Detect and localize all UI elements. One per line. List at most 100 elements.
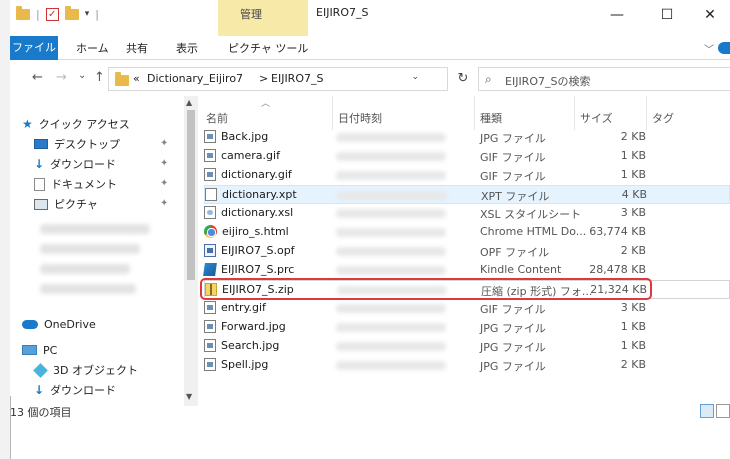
file-row[interactable]: camera.gif GIF ファイル 1 KB xyxy=(204,147,730,166)
ribbon-collapse-icon[interactable]: ﹀ xyxy=(704,41,714,56)
tab-share[interactable]: 共有 xyxy=(126,40,148,56)
nav-item-downloads[interactable]: ↓ ダウンロード xyxy=(34,154,116,174)
close-button[interactable]: ✕ xyxy=(690,2,730,28)
file-row[interactable]: Spell.jpg JPG ファイル 2 KB xyxy=(204,356,730,375)
file-size: 3 KB xyxy=(620,301,646,314)
nav-quick-access[interactable]: ★ クイック アクセス xyxy=(22,114,130,134)
file-date-blurred xyxy=(336,266,446,275)
manage-tab-label[interactable]: 管理 xyxy=(240,6,262,22)
qat-separator: | xyxy=(36,7,40,21)
file-date-blurred xyxy=(336,152,446,161)
nav-item-documents[interactable]: ドキュメント xyxy=(34,174,117,194)
large-icons-view-icon[interactable] xyxy=(716,404,730,418)
column-divider[interactable] xyxy=(332,96,333,130)
minimize-button[interactable]: — xyxy=(594,2,640,28)
crumb-dictionary-eijiro7[interactable]: Dictionary_Eijiro7 xyxy=(147,72,243,85)
nav-item-pictures[interactable]: ピクチャ xyxy=(34,194,98,214)
file-date-blurred xyxy=(336,323,446,332)
column-divider[interactable] xyxy=(474,96,475,130)
properties-icon[interactable]: ✓ xyxy=(45,7,59,21)
details-view-icon[interactable] xyxy=(700,404,714,418)
quick-access-toolbar: | ✓ ▾ | xyxy=(16,4,99,24)
address-bar[interactable]: « Dictionary_Eijiro7 > EIJIRO7_S ⌄ xyxy=(108,67,448,91)
column-header-date[interactable]: 日付時刻 xyxy=(338,110,382,126)
image-file-icon xyxy=(204,149,216,162)
crumb-eijiro7-s[interactable]: EIJIRO7_S xyxy=(271,72,323,85)
file-size: 2 KB xyxy=(620,130,646,143)
image-file-icon xyxy=(204,339,216,352)
column-divider[interactable] xyxy=(646,96,647,130)
nav-pc[interactable]: PC xyxy=(22,340,57,360)
nav-item-pc-downloads[interactable]: ↓ ダウンロード xyxy=(34,380,116,400)
file-type: XPT ファイル xyxy=(481,190,550,203)
tab-file[interactable]: ファイル xyxy=(10,36,58,60)
file-size: 4 KB xyxy=(621,188,647,201)
scroll-up-icon[interactable]: ▲ xyxy=(186,98,192,107)
up-button[interactable]: ↑ xyxy=(94,70,105,85)
tab-view[interactable]: 表示 xyxy=(176,40,198,56)
view-toggle xyxy=(700,404,730,418)
chrome-html-icon xyxy=(204,225,217,238)
file-name: eijiro_s.html xyxy=(222,225,289,238)
ribbon-tabs: ファイル ホーム 共有 表示 ピクチャ ツール ﹀ xyxy=(10,36,730,60)
opf-file-icon xyxy=(204,244,216,257)
file-list: ︿ 名前 日付時刻 種類 サイズ タグ Back.jpg JPG ファイル 2 … xyxy=(198,96,730,396)
file-row[interactable]: dictionary.gif GIF ファイル 1 KB xyxy=(204,166,730,185)
scroll-down-icon[interactable]: ▼ xyxy=(186,392,192,401)
download-icon: ↓ xyxy=(34,383,45,397)
title-bar: | ✓ ▾ | 管理 EIJIRO7_S — ☐ ✕ xyxy=(10,0,730,40)
blurred-nav-item xyxy=(40,264,130,274)
file-row[interactable]: dictionary.xsl XSL スタイルシート 3 KB xyxy=(204,204,730,223)
nav-pc-label: PC xyxy=(43,343,58,357)
navigation-pane: ★ クイック アクセス デスクトップ ✦ ↓ ダウンロード ✦ ドキュメント ✦… xyxy=(10,96,198,406)
file-type: JPG ファイル xyxy=(480,360,546,373)
forward-button[interactable]: → xyxy=(56,70,67,85)
file-name: dictionary.xsl xyxy=(221,206,294,219)
column-header-name[interactable]: 名前 xyxy=(206,110,228,126)
kindle-file-icon xyxy=(203,263,217,276)
image-file-icon xyxy=(204,130,216,143)
file-row[interactable]: EIJIRO7_S.opf OPF ファイル 2 KB xyxy=(204,242,730,261)
recent-locations-button[interactable]: ⌄ xyxy=(78,70,86,81)
sort-ascending-icon: ︿ xyxy=(261,99,271,109)
file-name: Search.jpg xyxy=(221,339,280,352)
crumb-overflow[interactable]: « xyxy=(133,72,140,85)
blurred-nav-item xyxy=(40,284,136,294)
search-box[interactable]: ⌕ EIJIRO7_Sの検索 xyxy=(478,67,730,91)
file-date-blurred xyxy=(337,191,447,200)
qat-separator: | xyxy=(95,7,99,21)
maximize-button[interactable]: ☐ xyxy=(644,2,690,28)
zip-highlight-annotation xyxy=(200,278,652,300)
back-button[interactable]: ← xyxy=(32,70,43,85)
file-row[interactable]: entry.gif GIF ファイル 3 KB xyxy=(204,299,730,318)
nav-scrollbar-thumb[interactable] xyxy=(187,110,195,280)
pc-icon xyxy=(22,345,37,355)
file-size: 1 KB xyxy=(620,168,646,181)
file-row[interactable]: Forward.jpg JPG ファイル 1 KB xyxy=(204,318,730,337)
address-dropdown-icon[interactable]: ⌄ xyxy=(411,72,419,82)
folder-icon xyxy=(16,5,30,20)
nav-item-desktop[interactable]: デスクトップ xyxy=(34,134,120,154)
column-divider[interactable] xyxy=(574,96,575,130)
nav-item-3d-objects[interactable]: 3D オブジェクト xyxy=(33,360,138,380)
blank-file-icon xyxy=(205,188,217,201)
file-row[interactable]: Search.jpg JPG ファイル 1 KB xyxy=(204,337,730,356)
column-header-tag[interactable]: タグ xyxy=(652,110,674,126)
file-row[interactable]: Back.jpg JPG ファイル 2 KB xyxy=(204,128,730,147)
new-folder-icon[interactable] xyxy=(64,5,79,20)
column-header-size[interactable]: サイズ xyxy=(580,110,613,126)
tab-picture-tools[interactable]: ピクチャ ツール xyxy=(228,40,308,56)
file-size: 1 KB xyxy=(620,320,646,333)
file-name: Back.jpg xyxy=(221,130,269,143)
file-size: 1 KB xyxy=(620,339,646,352)
file-date-blurred xyxy=(336,342,446,351)
qat-dropdown-icon[interactable]: ▾ xyxy=(85,9,90,19)
help-icon[interactable] xyxy=(718,42,730,54)
xsl-file-icon xyxy=(204,206,216,219)
tab-home[interactable]: ホーム xyxy=(76,40,109,56)
refresh-button[interactable]: ↻ xyxy=(452,68,474,90)
file-row[interactable]: eijiro_s.html Chrome HTML Do... 63,774 K… xyxy=(204,223,730,242)
file-row-selected[interactable]: dictionary.xpt XPT ファイル 4 KB xyxy=(204,185,730,204)
nav-onedrive[interactable]: OneDrive xyxy=(22,314,96,334)
column-header-type[interactable]: 種類 xyxy=(480,110,502,126)
